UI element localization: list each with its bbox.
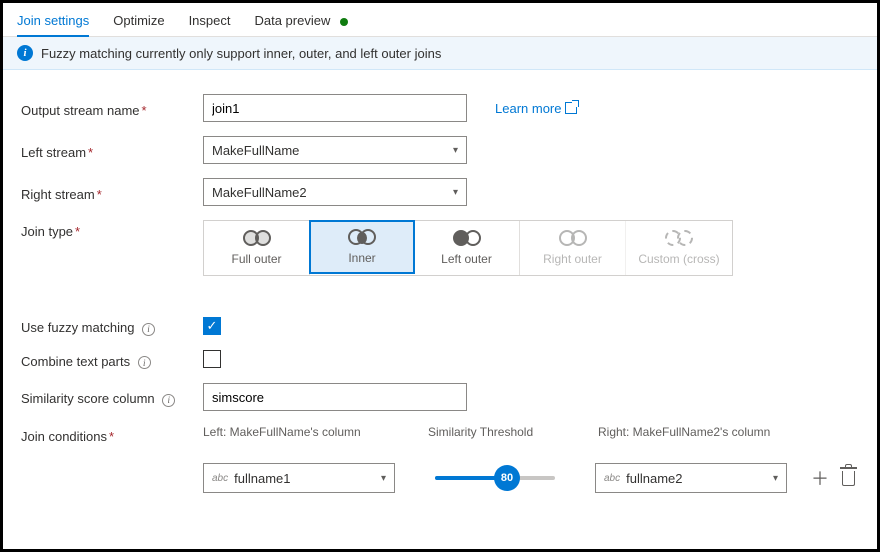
cond-left-header: Left: MakeFullName's column xyxy=(203,425,428,439)
left-stream-label: Left stream* xyxy=(21,141,203,160)
tab-data-preview-label: Data preview xyxy=(254,13,330,28)
tab-optimize[interactable]: Optimize xyxy=(113,9,164,36)
cond-threshold-header: Similarity Threshold xyxy=(428,425,598,439)
condition-row: abc fullname1 ▾ 80 abc fullname2 ▾ xyxy=(203,463,859,493)
tab-strip: Join settings Optimize Inspect Data prev… xyxy=(3,3,877,37)
right-stream-label: Right stream* xyxy=(21,183,203,202)
type-tag: abc xyxy=(604,473,620,484)
status-dot-icon xyxy=(340,18,348,26)
sim-score-input[interactable] xyxy=(203,383,467,411)
help-icon[interactable]: i xyxy=(142,323,155,336)
learn-more-link[interactable]: Learn more xyxy=(495,101,577,116)
full-outer-icon xyxy=(243,230,271,248)
inner-icon xyxy=(348,229,376,247)
join-type-right-outer: Right outer xyxy=(520,221,626,275)
sim-score-label: Similarity score column i xyxy=(21,387,203,407)
info-banner-text: Fuzzy matching currently only support in… xyxy=(41,46,441,61)
join-type-custom: Custom (cross) xyxy=(626,221,732,275)
cond-right-header: Right: MakeFullName2's column xyxy=(598,425,770,439)
use-fuzzy-checkbox[interactable]: ✓ xyxy=(203,317,221,335)
join-type-group: Full outer Inner Left outer Right outer … xyxy=(203,220,733,276)
combine-parts-checkbox[interactable] xyxy=(203,350,221,368)
condition-headers: Left: MakeFullName's column Similarity T… xyxy=(203,425,859,439)
output-stream-label: Output stream name* xyxy=(21,99,203,118)
tab-inspect[interactable]: Inspect xyxy=(189,9,231,36)
chevron-down-icon: ▾ xyxy=(453,187,458,198)
chevron-down-icon: ▾ xyxy=(381,473,386,484)
add-condition-button[interactable]: ＋ xyxy=(811,469,829,487)
tab-join-settings[interactable]: Join settings xyxy=(17,9,89,36)
tab-data-preview[interactable]: Data preview xyxy=(254,9,348,36)
info-banner: i Fuzzy matching currently only support … xyxy=(3,37,877,70)
join-type-inner[interactable]: Inner xyxy=(309,220,415,274)
join-type-full-outer[interactable]: Full outer xyxy=(204,221,310,275)
use-fuzzy-label: Use fuzzy matching i xyxy=(21,316,203,336)
custom-cross-icon xyxy=(665,230,693,248)
slider-thumb[interactable]: 80 xyxy=(494,465,520,491)
help-icon[interactable]: i xyxy=(138,356,151,369)
right-stream-select[interactable]: MakeFullName2 ▾ xyxy=(203,178,467,206)
delete-condition-button[interactable] xyxy=(839,469,857,487)
join-type-left-outer[interactable]: Left outer xyxy=(414,221,520,275)
chevron-down-icon: ▾ xyxy=(773,473,778,484)
similarity-threshold-slider[interactable]: 80 xyxy=(435,476,555,480)
external-link-icon xyxy=(565,102,577,114)
right-column-select[interactable]: abc fullname2 ▾ xyxy=(595,463,787,493)
help-icon[interactable]: i xyxy=(162,394,175,407)
type-tag: abc xyxy=(212,473,228,484)
trash-icon xyxy=(842,471,855,486)
join-conditions-label: Join conditions* xyxy=(21,425,203,444)
output-stream-input[interactable] xyxy=(203,94,467,122)
info-icon: i xyxy=(17,45,33,61)
left-stream-select[interactable]: MakeFullName ▾ xyxy=(203,136,467,164)
chevron-down-icon: ▾ xyxy=(453,145,458,156)
join-type-label: Join type* xyxy=(21,220,203,239)
right-outer-icon xyxy=(559,230,587,248)
left-outer-icon xyxy=(453,230,481,248)
left-column-select[interactable]: abc fullname1 ▾ xyxy=(203,463,395,493)
combine-parts-label: Combine text parts i xyxy=(21,350,203,370)
